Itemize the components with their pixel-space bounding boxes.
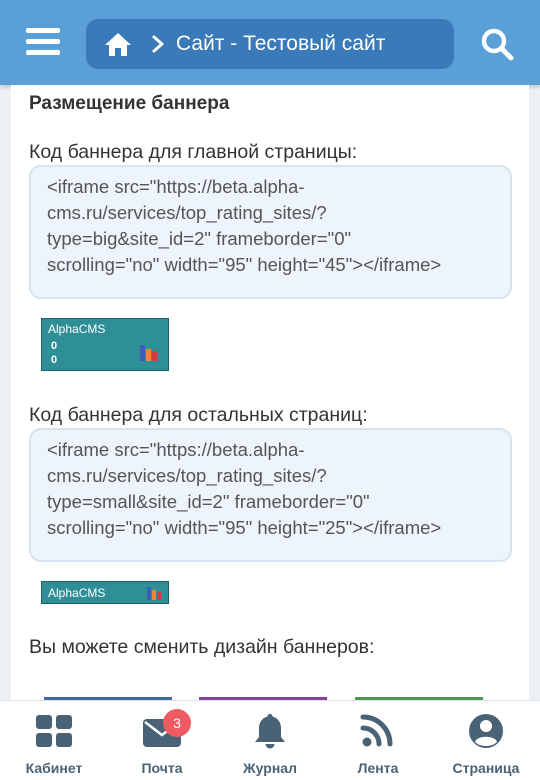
tab-journal[interactable]: Журнал [216,701,324,780]
tab-label: Журнал [243,760,297,776]
code-line: cms.ru/services/top_rating_sites/? [47,465,327,486]
tab-mail[interactable]: Почта [108,701,216,780]
page-title: Размещение баннера [29,93,230,114]
tab-label: Кабинет [25,760,83,776]
menu-button[interactable] [26,28,60,56]
search-icon[interactable] [480,27,514,61]
tab-feed[interactable]: Лента [324,701,432,780]
design-text: Вы можете сменить дизайн баннеров: [29,636,375,658]
grid-icon [36,715,72,747]
tab-label: Почта [141,760,183,776]
main-banner-label: Код баннера для главной страницы: [29,141,358,163]
tab-label: Страница [452,760,520,776]
code-line: type=big&site_id=2" frameborder="0" [47,228,352,249]
chevron-right-icon [152,35,164,53]
breadcrumb[interactable]: Сайт - Тестовый сайт [86,19,454,69]
other-banner-label: Код баннера для остальных страниц: [29,404,368,426]
bar-chart-icon [140,345,157,361]
mail-badge: 3 [163,709,191,737]
big-banner-preview: AlphaCMS 0 0 [41,318,169,371]
banner-value: 0 [51,354,58,366]
tab-cabinet[interactable]: Кабинет [0,701,108,780]
top-bar: Сайт - Тестовый сайт [0,0,540,85]
bell-icon [255,714,285,749]
code-line: scrolling="no" width="95" height="45"></… [47,254,442,275]
content-card: Размещение баннера Код баннера для главн… [11,85,529,705]
menu-icon [26,28,60,33]
banner-value: 0 [51,340,58,352]
banner-name: AlphaCMS [48,586,106,600]
tab-page[interactable]: Страница [432,701,540,780]
code-line: <iframe src="https://beta.alpha- [47,439,305,460]
tab-label: Лента [357,760,399,776]
main-banner-code-field[interactable]: <iframe src="https://beta.alpha- cms.ru/… [29,165,512,299]
code-line: type=small&site_id=2" frameborder="0" [47,491,370,512]
code-line: cms.ru/services/top_rating_sites/? [47,202,327,223]
banner-name: AlphaCMS [48,322,106,336]
code-line: scrolling="no" width="95" height="25"></… [47,517,442,538]
bar-chart-icon [147,587,161,600]
user-icon [469,714,503,748]
other-banner-code-field[interactable]: <iframe src="https://beta.alpha- cms.ru/… [29,428,512,562]
home-icon [105,33,131,56]
small-banner-preview: AlphaCMS [41,581,169,604]
rss-icon [360,714,393,747]
breadcrumb-label: Сайт - Тестовый сайт [176,32,386,55]
code-line: <iframe src="https://beta.alpha- [47,176,305,197]
bottom-nav: Кабинет Почта Журнал Лента Страница [0,700,540,780]
